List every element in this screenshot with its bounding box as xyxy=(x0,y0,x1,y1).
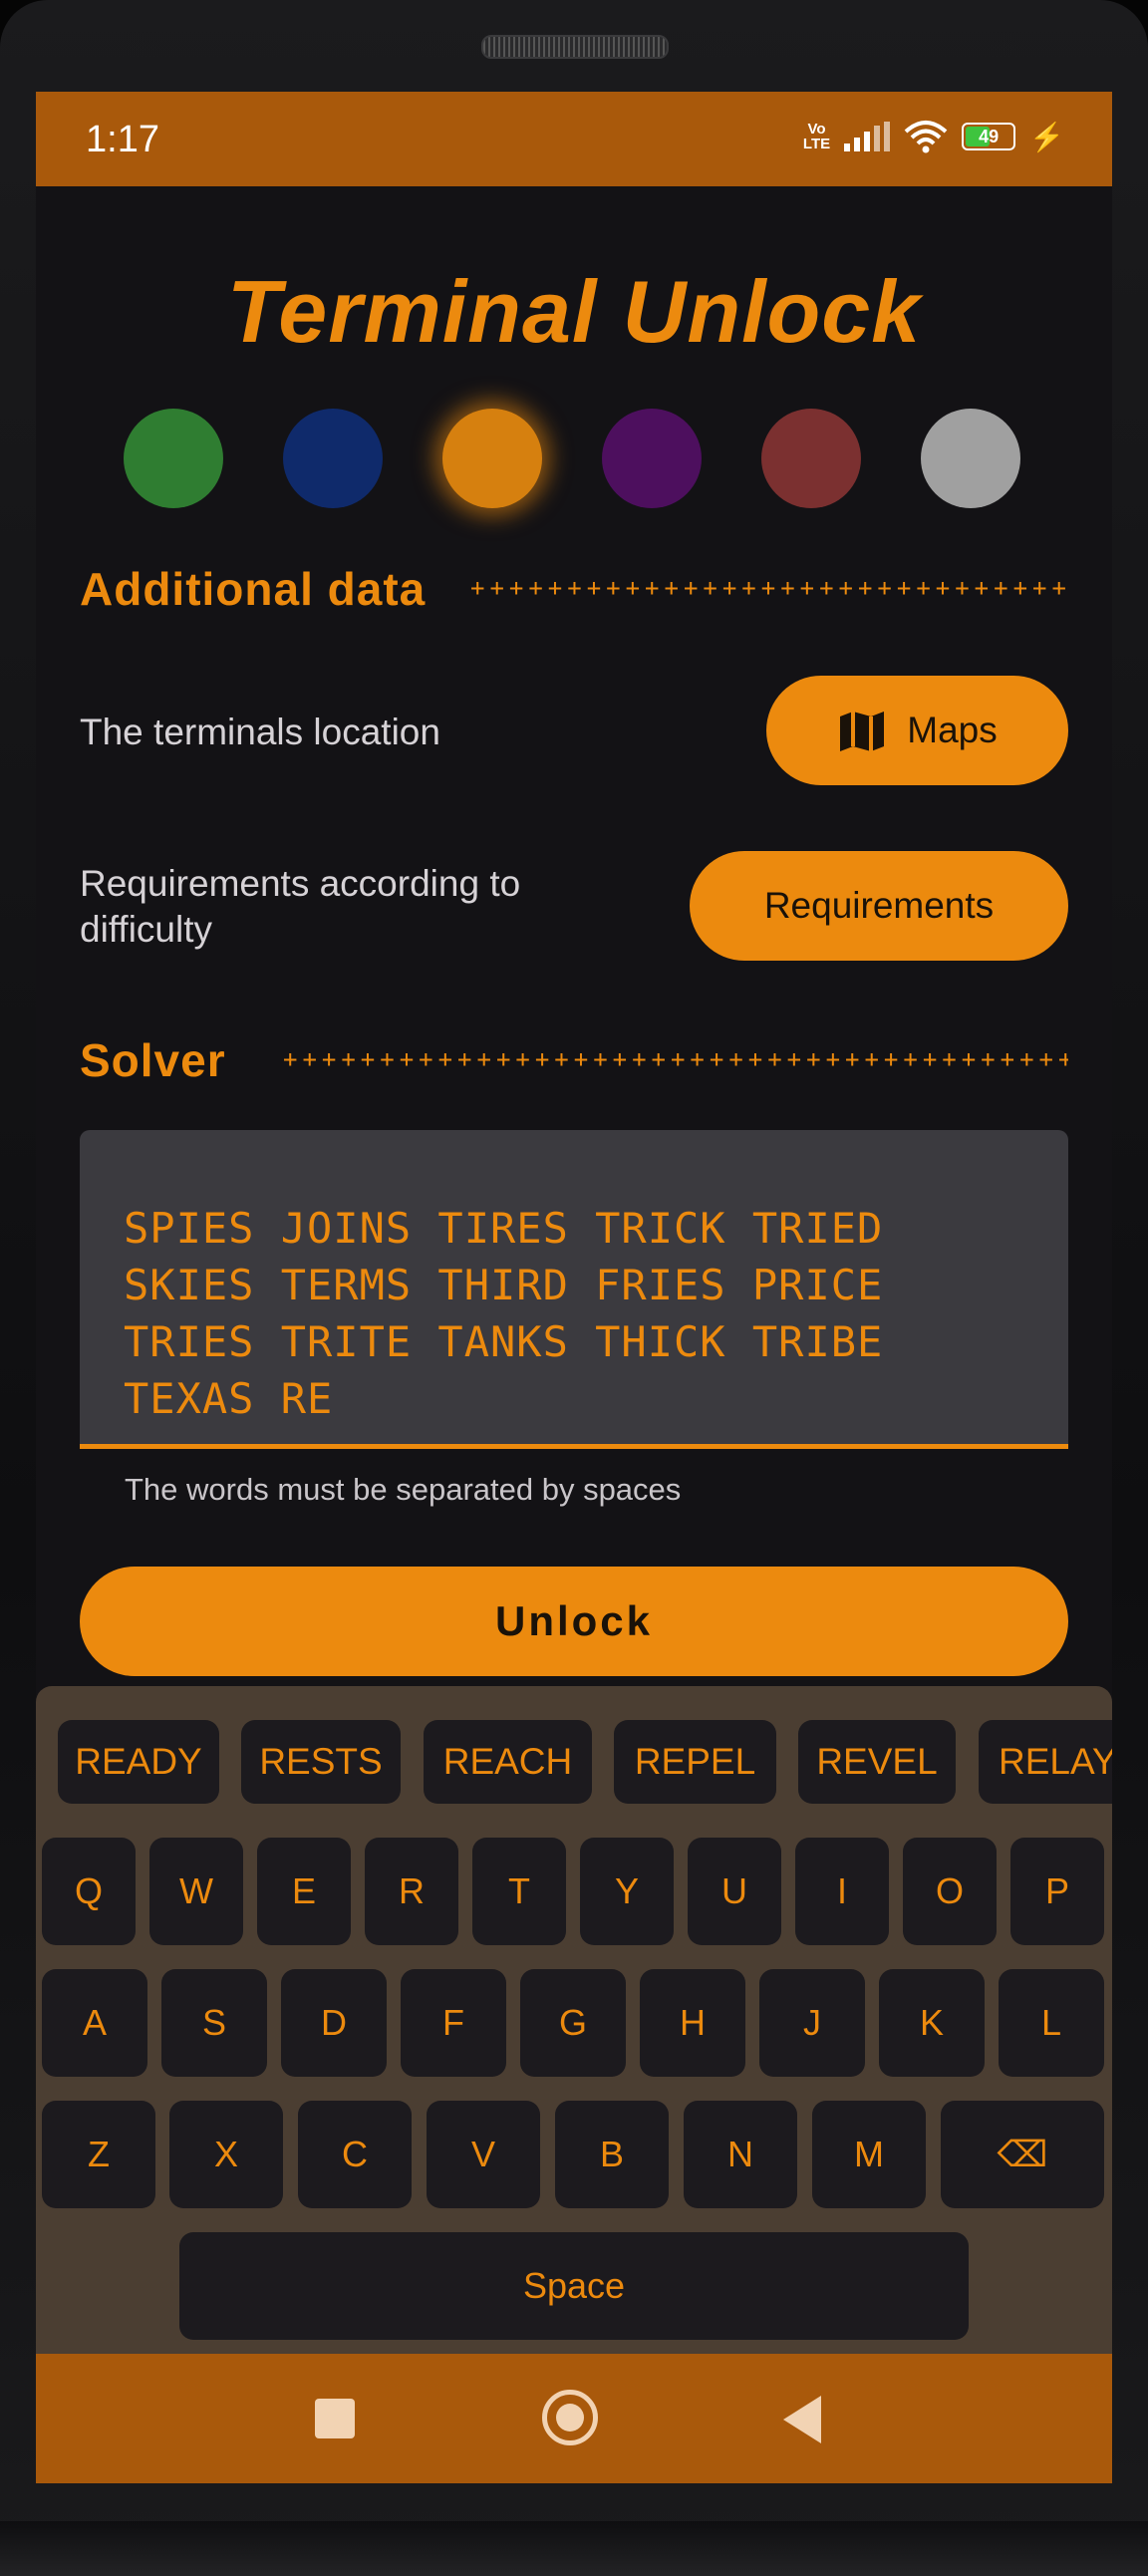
key-r[interactable]: R xyxy=(365,1838,458,1945)
color-red-button[interactable] xyxy=(761,409,861,508)
requirements-label: Requirements according to difficulty xyxy=(80,863,521,950)
key-o[interactable]: O xyxy=(903,1838,997,1945)
unlock-button[interactable]: Unlock xyxy=(80,1567,1068,1676)
key-y[interactable]: Y xyxy=(580,1838,674,1945)
key-p[interactable]: P xyxy=(1010,1838,1104,1945)
key-a[interactable]: A xyxy=(42,1969,147,2077)
on-screen-keyboard: READY RESTS REACH REPEL REVEL RELAY Q W … xyxy=(36,1686,1112,2354)
phone-frame: 1:17 Vo LTE 49 ⚡ Terminal Unlock Additio… xyxy=(0,0,1148,2576)
key-t[interactable]: T xyxy=(472,1838,566,1945)
space-key[interactable]: Space xyxy=(179,2232,969,2340)
color-gray-button[interactable] xyxy=(921,409,1020,508)
backspace-key[interactable]: ⌫ xyxy=(941,2101,1104,2208)
key-n[interactable]: N xyxy=(684,2101,797,2208)
unlock-button-label: Unlock xyxy=(494,1597,654,1644)
key-h[interactable]: H xyxy=(640,1969,745,2077)
key-l[interactable]: L xyxy=(999,1969,1104,2077)
status-icons: Vo LTE 49 ⚡ xyxy=(803,120,1064,153)
signal-icon xyxy=(844,122,891,151)
key-f[interactable]: F xyxy=(401,1969,506,2077)
backspace-icon: ⌫ xyxy=(997,2134,1048,2174)
key-v[interactable]: V xyxy=(427,2101,540,2208)
back-icon[interactable] xyxy=(783,2396,821,2443)
speaker-grille xyxy=(481,35,669,59)
status-time: 1:17 xyxy=(86,119,159,160)
map-icon xyxy=(840,712,885,751)
key-s[interactable]: S xyxy=(161,1969,267,2077)
key-k[interactable]: K xyxy=(879,1969,985,2077)
additional-data-heading: Additional data xyxy=(80,563,427,615)
terminals-location-label: The terminals location xyxy=(80,712,440,752)
color-orange-button[interactable] xyxy=(442,409,542,508)
key-b[interactable]: B xyxy=(555,2101,669,2208)
suggestion-reach[interactable]: REACH xyxy=(424,1720,592,1804)
key-q[interactable]: Q xyxy=(42,1838,136,1945)
key-i[interactable]: I xyxy=(795,1838,889,1945)
status-bar: 1:17 Vo LTE 49 ⚡ xyxy=(36,92,1112,186)
key-g[interactable]: G xyxy=(520,1969,626,2077)
color-purple-button[interactable] xyxy=(602,409,702,508)
app-screen: 1:17 Vo LTE 49 ⚡ Terminal Unlock Additio… xyxy=(36,92,1112,2483)
section-divider: ++++++++++++++++++++++++++++++++++ xyxy=(470,574,1068,602)
key-d[interactable]: D xyxy=(281,1969,387,2077)
key-m[interactable]: M xyxy=(812,2101,926,2208)
system-nav-bar xyxy=(36,2354,1112,2483)
maps-button-label: Maps xyxy=(907,710,998,750)
suggestion-rests[interactable]: RESTS xyxy=(241,1720,401,1804)
key-z[interactable]: Z xyxy=(42,2101,155,2208)
app-title: Terminal Unlock xyxy=(226,262,922,361)
key-e[interactable]: E xyxy=(257,1838,351,1945)
suggestion-repel[interactable]: REPEL xyxy=(614,1720,776,1804)
volte-icon: Vo LTE xyxy=(802,121,831,152)
solver-helper-text: The words must be separated by spaces xyxy=(125,1472,682,1507)
bottom-bezel xyxy=(0,2521,1148,2576)
battery-icon: 49 xyxy=(962,123,1016,150)
home-icon[interactable] xyxy=(542,2390,598,2445)
color-green-button[interactable] xyxy=(124,409,223,508)
recents-icon[interactable] xyxy=(315,2399,355,2438)
solver-input-text: SPIES JOINS TIRES TRICK TRIED SKIES TERM… xyxy=(124,1204,884,1423)
charging-icon: ⚡ xyxy=(1029,121,1064,152)
suggestion-relay[interactable]: RELAY xyxy=(979,1720,1112,1804)
requirements-button[interactable]: Requirements xyxy=(690,851,1068,961)
requirements-button-label: Requirements xyxy=(763,885,995,926)
key-w[interactable]: W xyxy=(149,1838,243,1945)
wifi-icon xyxy=(904,121,948,153)
solver-heading: Solver xyxy=(80,1034,226,1086)
key-c[interactable]: C xyxy=(298,2101,412,2208)
key-j[interactable]: J xyxy=(759,1969,865,2077)
battery-level: 49 xyxy=(979,127,1000,146)
color-blue-button[interactable] xyxy=(283,409,383,508)
solver-input[interactable]: SPIES JOINS TIRES TRICK TRIED SKIES TERM… xyxy=(80,1130,1068,1449)
maps-button[interactable]: Maps xyxy=(766,676,1068,785)
section-divider: ++++++++++++++++++++++++++++++++++++++++… xyxy=(283,1045,1068,1073)
key-u[interactable]: U xyxy=(688,1838,781,1945)
suggestion-revel[interactable]: REVEL xyxy=(798,1720,956,1804)
suggestion-ready[interactable]: READY xyxy=(58,1720,219,1804)
key-x[interactable]: X xyxy=(169,2101,283,2208)
